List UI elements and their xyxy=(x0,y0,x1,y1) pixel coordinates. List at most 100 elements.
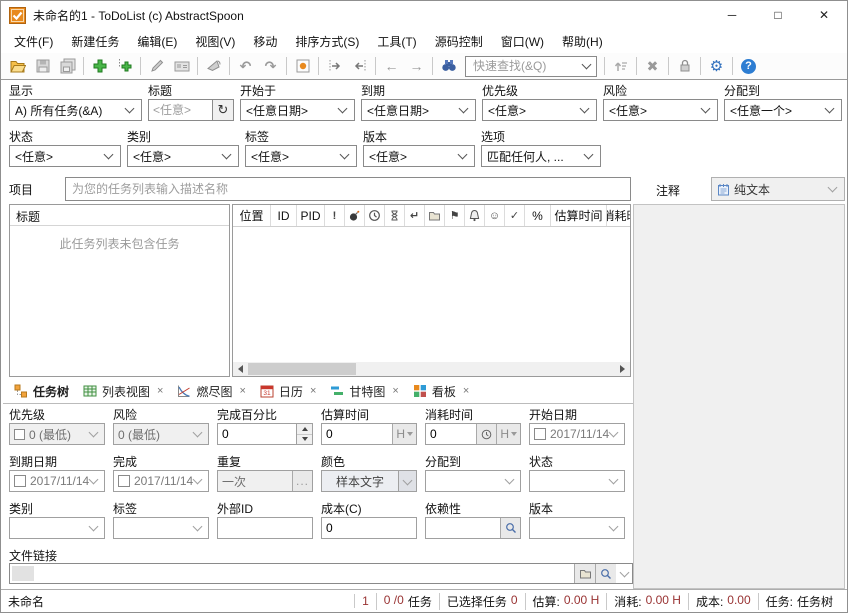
attr-due-date-combo[interactable]: 2017/11/14 xyxy=(9,470,105,492)
cost-input[interactable] xyxy=(322,518,416,538)
column-comments-icon[interactable]: ☺ xyxy=(485,205,505,226)
column-time-estimate-icon[interactable] xyxy=(365,205,385,226)
menu-help[interactable]: 帮助(H) xyxy=(553,30,612,53)
color-dropdown-button[interactable] xyxy=(399,470,417,492)
column-flag-icon[interactable]: ⚑ xyxy=(445,205,465,226)
filter-priority-combo[interactable]: <任意> xyxy=(482,99,597,121)
scrollbar-thumb[interactable] xyxy=(248,363,356,375)
project-name-input[interactable] xyxy=(65,177,631,201)
column-spent[interactable]: 消耗时间 xyxy=(607,205,631,226)
maximize-button[interactable]: □ xyxy=(755,1,801,29)
menu-view[interactable]: 视图(V) xyxy=(186,30,244,53)
edit-task-button[interactable] xyxy=(144,55,169,77)
filter-show-combo[interactable]: A) 所有任务(&A) xyxy=(9,99,142,121)
filter-category-combo[interactable]: <任意> xyxy=(127,145,239,167)
menu-tools[interactable]: 工具(T) xyxy=(368,30,425,53)
spent-unit-button[interactable]: H xyxy=(496,424,520,444)
recurrence-input[interactable] xyxy=(218,471,292,491)
tab-kanban[interactable]: 看板 × xyxy=(406,380,476,403)
track-time-button[interactable] xyxy=(476,424,496,444)
close-icon[interactable]: × xyxy=(239,385,245,397)
column-time-spent-icon[interactable] xyxy=(385,205,405,226)
done-date-checkbox[interactable] xyxy=(118,475,130,487)
time-spent-input[interactable] xyxy=(426,424,476,444)
menu-window[interactable]: 窗口(W) xyxy=(492,30,553,53)
tab-calendar[interactable]: 31 日历 × xyxy=(253,380,323,403)
quick-find-input[interactable] xyxy=(471,58,571,74)
file-link-browse-button[interactable] xyxy=(574,564,595,583)
task-info-button[interactable] xyxy=(169,55,194,77)
column-percent[interactable]: % xyxy=(525,205,551,226)
save-all-button[interactable] xyxy=(55,55,80,77)
task-comments-panel[interactable] xyxy=(633,204,845,589)
recurrence-browse-button[interactable]: ... xyxy=(292,471,312,491)
percent-complete-input[interactable] xyxy=(218,424,296,444)
filter-risk-combo[interactable]: <任意> xyxy=(603,99,718,121)
filter-tag-combo[interactable]: <任意> xyxy=(245,145,357,167)
attr-done-date-combo[interactable]: 2017/11/14 xyxy=(113,470,209,492)
new-task-button[interactable] xyxy=(87,55,112,77)
attr-priority-combo[interactable]: 0 (最低) xyxy=(9,423,105,445)
tab-gantt[interactable]: 甘特图 × xyxy=(323,380,405,403)
comments-format-combo[interactable]: 纯文本 xyxy=(711,177,845,201)
open-button[interactable] xyxy=(5,55,30,77)
filter-options-combo[interactable]: 匹配任何人, ... xyxy=(481,145,601,167)
attr-version-combo[interactable] xyxy=(529,517,625,539)
column-estimate[interactable]: 估算时间 xyxy=(551,205,607,226)
cleanup-button[interactable] xyxy=(201,55,226,77)
quick-find-combo[interactable] xyxy=(465,56,597,77)
new-subtask-button[interactable] xyxy=(112,55,137,77)
menu-file[interactable]: 文件(F) xyxy=(5,30,62,53)
file-link-dropdown-button[interactable] xyxy=(616,571,632,576)
column-recurrence-icon[interactable]: ↵ xyxy=(405,205,425,226)
attr-assigned-combo[interactable] xyxy=(425,470,521,492)
scroll-right-button[interactable] xyxy=(615,362,630,376)
delete-task-button[interactable]: ✖ xyxy=(640,55,665,77)
indent-right-button[interactable] xyxy=(322,55,347,77)
attr-tag-combo[interactable] xyxy=(113,517,209,539)
filter-due-combo[interactable]: <任意日期> xyxy=(361,99,476,121)
outdent-left-button[interactable] xyxy=(347,55,372,77)
column-risk-icon[interactable] xyxy=(345,205,365,226)
attr-category-combo[interactable] xyxy=(9,517,105,539)
menu-new-task[interactable]: 新建任务 xyxy=(62,30,128,53)
column-file-link-icon[interactable] xyxy=(425,205,445,226)
column-id[interactable]: ID xyxy=(271,205,297,226)
find-tasks-button[interactable] xyxy=(436,55,461,77)
close-icon[interactable]: × xyxy=(392,385,398,397)
column-position[interactable]: 位置 xyxy=(233,205,271,226)
start-date-checkbox[interactable] xyxy=(534,428,546,440)
prev-task-button[interactable]: ← xyxy=(379,55,404,77)
horizontal-scrollbar[interactable] xyxy=(233,362,630,376)
filter-version-combo[interactable]: <任意> xyxy=(363,145,475,167)
redo-button[interactable]: ↷ xyxy=(258,55,283,77)
estimate-unit-button[interactable]: H xyxy=(392,424,416,444)
help-button[interactable]: ? xyxy=(736,55,761,77)
close-icon[interactable]: × xyxy=(310,385,316,397)
filter-status-combo[interactable]: <任意> xyxy=(9,145,121,167)
external-id-input[interactable] xyxy=(218,518,312,538)
close-button[interactable]: ✕ xyxy=(801,1,847,29)
tab-burndown[interactable]: 燃尽图 × xyxy=(170,380,252,403)
tab-list-view[interactable]: 列表视图 × xyxy=(76,380,170,403)
maximize-tasklist-button[interactable] xyxy=(290,55,315,77)
file-links-field[interactable] xyxy=(9,563,633,584)
menu-move[interactable]: 移动 xyxy=(244,30,286,53)
task-columns-panel[interactable]: 位置 ID PID ! ↵ ⚑ ☺ ✓ % 估算时间 消耗时间 xyxy=(232,204,631,377)
column-reminder-icon[interactable] xyxy=(465,205,485,226)
dependency-find-button[interactable] xyxy=(500,518,520,538)
attr-start-date-combo[interactable]: 2017/11/14 xyxy=(529,423,625,445)
attr-status-combo[interactable] xyxy=(529,470,625,492)
file-link-view-button[interactable] xyxy=(595,564,616,583)
next-task-button[interactable]: → xyxy=(404,55,429,77)
color-sample-button[interactable]: 样本文字 xyxy=(321,470,399,492)
close-icon[interactable]: × xyxy=(157,385,163,397)
preferences-button[interactable]: ⚙ xyxy=(704,55,729,77)
menu-edit[interactable]: 编辑(E) xyxy=(128,30,186,53)
column-pid[interactable]: PID xyxy=(297,205,325,226)
toggle-filter-button[interactable] xyxy=(608,55,633,77)
percent-spinner[interactable] xyxy=(296,424,312,444)
minimize-button[interactable]: ─ xyxy=(709,1,755,29)
title-column-header[interactable]: 标题 xyxy=(10,205,229,226)
close-icon[interactable]: × xyxy=(463,385,469,397)
